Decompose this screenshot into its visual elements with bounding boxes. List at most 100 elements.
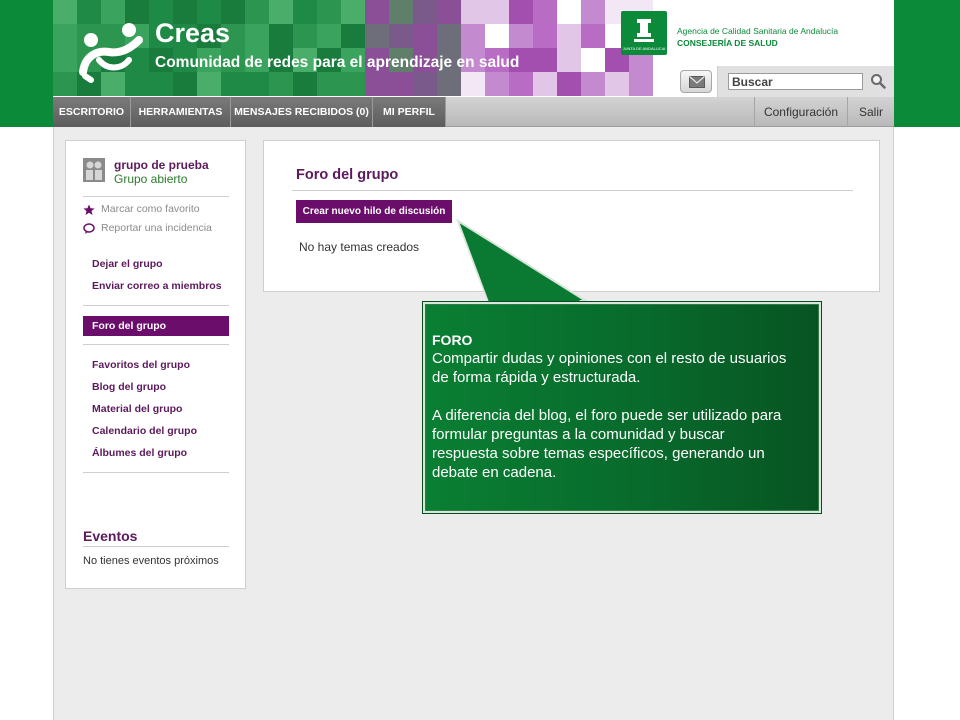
mosaic-tile: [365, 0, 389, 24]
group-sidebar: grupo de prueba Grupo abierto Marcar com…: [65, 140, 246, 589]
tab-mi-perfil[interactable]: MI PERFIL: [373, 97, 446, 127]
events-title: Eventos: [83, 528, 138, 544]
main-navigation: ESCRITORIO HERRAMIENTAS MENSAJES RECIBID…: [53, 97, 894, 127]
people-logo-icon: [79, 23, 143, 83]
brand-subtitle: Comunidad de redes para el aprendizaje e…: [155, 54, 520, 71]
brand-title: Creas: [155, 18, 231, 48]
mosaic-tile: [293, 72, 317, 96]
callout-text-line: formular preguntas a la comunidad y busc…: [432, 426, 725, 443]
forum-info-callout: FORO Compartir dudas y opiniones con el …: [422, 301, 822, 514]
search-area: [717, 66, 894, 97]
tab-escritorio[interactable]: ESCRITORIO: [53, 97, 131, 127]
mosaic-tile: [413, 24, 437, 48]
mosaic-tile: [557, 48, 581, 72]
mosaic-tile: [245, 72, 269, 96]
sidebar-item-foro-active[interactable]: Foro del grupo: [83, 316, 229, 336]
report-incident-label[interactable]: Reportar una incidencia: [101, 222, 212, 234]
divider: [83, 344, 229, 345]
envelope-icon: [689, 76, 705, 88]
mosaic-tile: [341, 0, 365, 24]
mosaic-tile: [269, 0, 293, 24]
mosaic-tile: [437, 0, 461, 24]
callout-text-line: de forma rápida y estructurada.: [432, 369, 641, 386]
mosaic-tile: [557, 0, 581, 24]
tab-herramientas[interactable]: HERRAMIENTAS: [131, 97, 231, 127]
speech-bubble-icon: [83, 223, 95, 234]
group-name[interactable]: grupo de prueba: [114, 158, 209, 172]
mosaic-tile: [245, 0, 269, 24]
email-members-link[interactable]: Enviar correo a miembros: [92, 280, 222, 292]
right-green-band: [894, 0, 960, 127]
left-green-band: [0, 0, 53, 127]
mosaic-tile: [269, 72, 293, 96]
mosaic-tile: [533, 0, 557, 24]
divider: [83, 472, 229, 473]
sidebar-item-albumes[interactable]: Álbumes del grupo: [92, 447, 187, 459]
callout-text-line: A diferencia del blog, el foro puede ser…: [432, 407, 782, 424]
mosaic-tile: [533, 48, 557, 72]
create-thread-button[interactable]: Crear nuevo hilo de discusión: [296, 200, 452, 223]
mosaic-tile: [173, 72, 197, 96]
mosaic-tile: [437, 72, 461, 96]
messages-button[interactable]: [680, 70, 712, 93]
callout-text-line: respuesta sobre temas específicos, gener…: [432, 445, 765, 462]
mosaic-tile: [53, 24, 77, 48]
mosaic-tile: [317, 72, 341, 96]
mosaic-tile: [365, 24, 389, 48]
mosaic-tile: [413, 72, 437, 96]
mosaic-tile: [413, 0, 437, 24]
divider: [292, 190, 853, 191]
mosaic-tile: [293, 0, 317, 24]
mosaic-tile: [461, 72, 485, 96]
mosaic-tile: [629, 72, 653, 96]
mark-favorite-label[interactable]: Marcar como favorito: [101, 203, 200, 215]
mosaic-tile: [269, 24, 293, 48]
mosaic-tile: [485, 0, 509, 24]
divider: [83, 196, 229, 197]
group-status: Grupo abierto: [114, 172, 188, 186]
logout-link[interactable]: Salir: [847, 97, 894, 127]
mosaic-tile: [341, 72, 365, 96]
junta-andalucia-seal-icon: JUNTA DE ANDALUCIA: [621, 11, 667, 55]
mosaic-tile: [509, 24, 533, 48]
divider: [83, 546, 229, 547]
mosaic-tile: [533, 24, 557, 48]
mosaic-tile: [581, 72, 605, 96]
empty-topics-text: No hay temas creados: [299, 240, 420, 254]
tab-mensajes-recibidos[interactable]: MENSAJES RECIBIDOS (0): [231, 97, 373, 127]
mosaic-tile: [485, 24, 509, 48]
sidebar-item-calendario[interactable]: Calendario del grupo: [92, 425, 197, 437]
mosaic-tile: [293, 24, 317, 48]
mosaic-tile: [581, 24, 605, 48]
search-icon[interactable]: [870, 73, 886, 89]
mosaic-tile: [581, 0, 605, 24]
mosaic-tile: [317, 0, 341, 24]
sidebar-item-material[interactable]: Material del grupo: [92, 403, 182, 415]
agency-name: Agencia de Calidad Sanitaria de Andalucí…: [677, 26, 839, 36]
mosaic-tile: [461, 24, 485, 48]
mosaic-tile: [197, 72, 221, 96]
mosaic-tile: [557, 24, 581, 48]
mosaic-tile: [245, 24, 269, 48]
mosaic-tile: [341, 24, 365, 48]
sidebar-item-favoritos[interactable]: Favoritos del grupo: [92, 359, 190, 371]
callout-text-line: Compartir dudas y opiniones con el resto…: [432, 350, 787, 367]
group-avatar-icon: [83, 158, 105, 182]
mosaic-tile: [461, 0, 485, 24]
mosaic-tile: [533, 72, 557, 96]
page-title: Foro del grupo: [296, 167, 399, 183]
star-icon: [83, 204, 95, 215]
mosaic-tile: [389, 72, 413, 96]
callout-heading: FORO: [432, 332, 473, 348]
configuracion-link[interactable]: Configuración: [754, 97, 847, 127]
mosaic-tile: [485, 72, 509, 96]
mosaic-tile: [605, 72, 629, 96]
mosaic-tile: [557, 72, 581, 96]
callout-text-line: debate en cadena.: [432, 464, 557, 481]
mosaic-tile: [581, 48, 605, 72]
leave-group-link[interactable]: Dejar el grupo: [92, 258, 163, 270]
sidebar-item-blog[interactable]: Blog del grupo: [92, 381, 166, 393]
forum-panel: Foro del grupo Crear nuevo hilo de discu…: [263, 140, 880, 292]
mosaic-tile: [53, 72, 77, 96]
search-input[interactable]: [728, 73, 863, 90]
